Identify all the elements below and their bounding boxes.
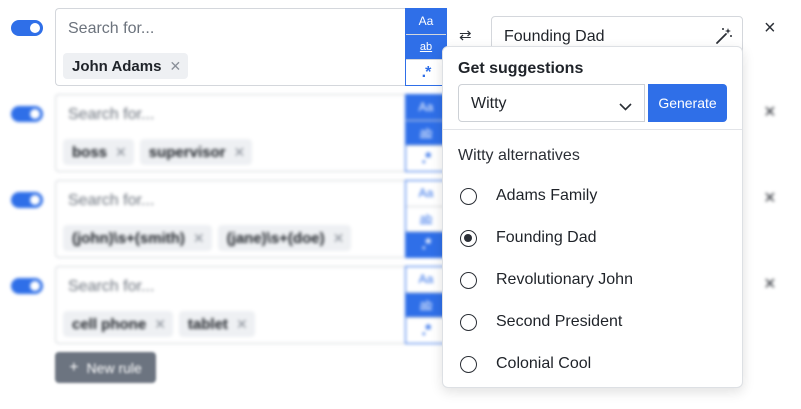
whole-word-icon: ab	[419, 41, 433, 53]
suggestion-style-select[interactable]: Witty	[458, 84, 645, 122]
term-chip-label: supervisor	[148, 143, 226, 161]
regex-icon: .*	[421, 235, 432, 253]
remove-term-icon[interactable]: ✕	[236, 316, 248, 333]
regex-toggle[interactable]: .*	[406, 60, 446, 86]
rule-3-search-field[interactable]: Search for... (john)\s+(smith) ✕ (jane)\s…	[55, 180, 406, 258]
alternative-option[interactable]: Revolutionary John	[460, 259, 633, 301]
regex-toggle[interactable]: .*	[406, 232, 446, 258]
alternative-label: Revolutionary John	[496, 271, 633, 288]
new-rule-label: New rule	[86, 359, 142, 376]
radio-selected-icon	[460, 229, 477, 247]
whole-word-icon: ab	[419, 299, 433, 311]
suggestions-popover: Get suggestions Witty Generate Witty alt…	[442, 46, 743, 388]
delete-rule-3-icon[interactable]: ×	[764, 188, 776, 208]
radio-icon	[460, 271, 477, 289]
rule-2-match-options: Aa ab .*	[405, 94, 447, 172]
divider	[443, 129, 742, 130]
radio-icon	[460, 355, 477, 373]
term-chip-label: (john)\s+(smith)	[72, 229, 185, 247]
generate-button[interactable]: Generate	[648, 84, 727, 122]
rule-4-search-field[interactable]: Search for... cell phone ✕ tablet ✕	[55, 266, 406, 344]
match-case-icon: Aa	[418, 100, 434, 115]
remove-term-icon[interactable]: ✕	[333, 230, 345, 247]
alternative-label: Adams Family	[496, 187, 598, 204]
remove-term-icon[interactable]: ✕	[154, 316, 166, 333]
rule-4-match-options: Aa ab .*	[405, 266, 447, 344]
delete-rule-2-icon[interactable]: ×	[764, 102, 776, 122]
rule-2-search-field[interactable]: Search for... boss ✕ supervisor ✕	[55, 94, 406, 172]
term-chips: John Adams ✕	[63, 53, 189, 79]
match-case-toggle[interactable]: Aa	[406, 267, 446, 293]
term-chip: supervisor ✕	[139, 139, 253, 165]
rule-3-match-options: Aa ab .*	[405, 180, 447, 258]
term-chip: boss ✕	[63, 139, 134, 165]
term-chip: cell phone ✕	[63, 311, 173, 337]
match-case-icon: Aa	[418, 272, 434, 287]
chevron-down-icon	[619, 98, 632, 116]
term-chip-label: boss	[72, 143, 108, 161]
remove-term-icon[interactable]: ✕	[169, 58, 181, 75]
term-chips: (john)\s+(smith) ✕ (jane)\s+(doe) ✕	[63, 225, 352, 251]
rule-3-enable-toggle[interactable]	[11, 192, 43, 208]
delete-rule-4-icon[interactable]: ×	[764, 274, 776, 294]
rule-2-enable-toggle[interactable]	[11, 106, 43, 122]
alternative-label: Colonial Cool	[496, 355, 592, 372]
term-chip: John Adams ✕	[63, 53, 189, 79]
plus-icon: +	[69, 358, 79, 376]
alternative-label: Second President	[496, 313, 623, 330]
search-placeholder: Search for...	[68, 278, 155, 295]
replace-value: Founding Dad	[504, 28, 605, 45]
search-placeholder: Search for...	[68, 106, 155, 123]
radio-icon	[460, 187, 477, 205]
match-case-icon: Aa	[418, 14, 434, 29]
delete-rule-1-icon[interactable]: ×	[764, 18, 776, 38]
alternative-option[interactable]: Second President	[460, 301, 633, 343]
search-placeholder: Search for...	[68, 192, 155, 209]
term-chip-label: John Adams	[72, 57, 162, 75]
term-chip-label: cell phone	[72, 315, 147, 333]
term-chip: tablet ✕	[178, 311, 255, 337]
term-chips: cell phone ✕ tablet ✕	[63, 311, 255, 337]
radio-icon	[460, 313, 477, 331]
match-case-icon: Aa	[418, 186, 434, 201]
alternative-option[interactable]: Founding Dad	[460, 217, 633, 259]
whole-word-icon: ab	[419, 127, 433, 139]
alternatives-heading: Witty alternatives	[458, 147, 580, 164]
regex-icon: .*	[421, 63, 432, 81]
remove-term-icon[interactable]: ✕	[115, 144, 127, 161]
rule-1-match-options: Aa ab .*	[405, 8, 447, 86]
alternatives-list: Adams Family Founding Dad Revolutionary …	[460, 175, 633, 385]
rule-1-search-field[interactable]: Search for... John Adams ✕	[55, 8, 406, 86]
search-placeholder: Search for...	[68, 20, 155, 37]
regex-toggle[interactable]: .*	[406, 146, 446, 172]
regex-icon: .*	[421, 321, 432, 339]
match-case-toggle[interactable]: Aa	[406, 9, 446, 35]
alternative-option[interactable]: Colonial Cool	[460, 343, 633, 385]
whole-word-toggle[interactable]: ab	[406, 34, 446, 61]
match-case-toggle[interactable]: Aa	[406, 181, 446, 207]
rule-4-enable-toggle[interactable]	[11, 278, 43, 294]
alternative-label: Founding Dad	[496, 229, 597, 246]
alternative-option[interactable]: Adams Family	[460, 175, 633, 217]
suggestions-title: Get suggestions	[458, 60, 584, 77]
swap-arrows-icon[interactable]: ⇄	[459, 26, 472, 44]
suggestion-style-value: Witty	[471, 95, 507, 112]
whole-word-toggle[interactable]: ab	[406, 292, 446, 319]
whole-word-icon: ab	[419, 213, 433, 225]
whole-word-toggle[interactable]: ab	[406, 206, 446, 233]
term-chip: (jane)\s+(doe) ✕	[217, 225, 352, 251]
remove-term-icon[interactable]: ✕	[233, 144, 245, 161]
term-chips: boss ✕ supervisor ✕	[63, 139, 253, 165]
remove-term-icon[interactable]: ✕	[193, 230, 205, 247]
match-case-toggle[interactable]: Aa	[406, 95, 446, 121]
regex-toggle[interactable]: .*	[406, 318, 446, 344]
term-chip-label: (jane)\s+(doe)	[226, 229, 325, 247]
whole-word-toggle[interactable]: ab	[406, 120, 446, 147]
new-rule-button[interactable]: + New rule	[55, 352, 156, 383]
rule-1-enable-toggle[interactable]	[11, 20, 43, 36]
term-chip: (john)\s+(smith) ✕	[63, 225, 212, 251]
term-chip-label: tablet	[187, 315, 228, 333]
regex-icon: .*	[421, 149, 432, 167]
